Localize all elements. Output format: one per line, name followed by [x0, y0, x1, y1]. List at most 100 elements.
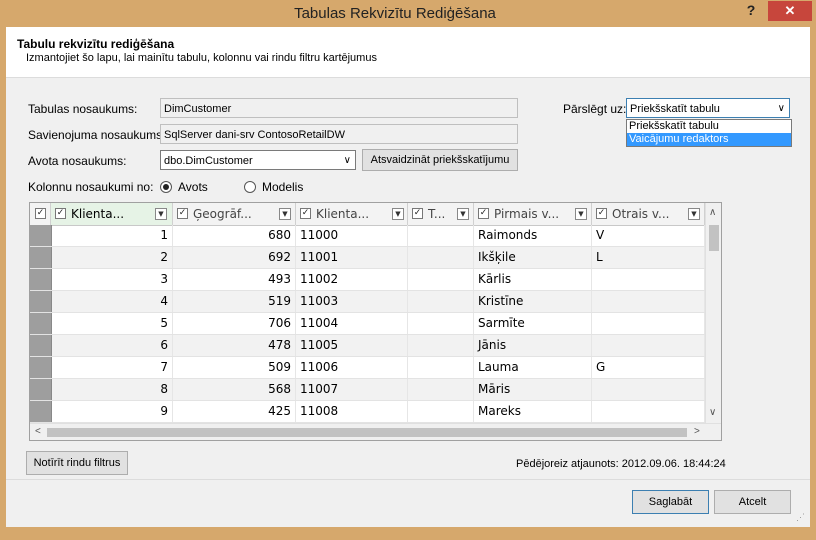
table-cell: Māris [474, 379, 592, 400]
column-header-label: Otrais v... [612, 207, 670, 221]
table-row[interactable]: 9 425 11008 Mareks [30, 401, 705, 423]
column-header-label: Pirmais v... [494, 207, 560, 221]
column-header-label: Klienta... [316, 207, 370, 221]
window-frame-bottom [0, 526, 816, 540]
table-cell [408, 291, 474, 312]
column-header[interactable]: ✓ Ģeogrāf... ▼ [173, 203, 296, 225]
table-cell: 680 [173, 225, 296, 246]
table-cell: V [592, 225, 705, 246]
clear-row-filters-button[interactable]: Notīrīt rindu filtrus [26, 451, 128, 475]
table-cell: 6 [51, 335, 173, 356]
column-header[interactable]: ✓ Otrais v... ▼ [592, 203, 705, 225]
row-selector[interactable] [30, 357, 52, 378]
table-cell [592, 401, 705, 422]
table-cell: 5 [51, 313, 173, 334]
refresh-preview-button[interactable]: Atsvaidzināt priekšskatījumu [362, 149, 518, 171]
scroll-right-icon[interactable]: > [694, 426, 700, 437]
switch-dropdown[interactable]: Priekšskatīt tabulu ∨ [626, 98, 790, 118]
table-row[interactable]: 5 706 11004 Sarmīte [30, 313, 705, 335]
row-selector[interactable] [30, 291, 52, 312]
column-header-label: Klienta... [71, 207, 125, 221]
check-icon[interactable]: ✓ [412, 208, 423, 219]
table-cell: 3 [51, 269, 173, 290]
table-cell [592, 379, 705, 400]
column-header[interactable]: ✓ T... ▼ [408, 203, 474, 225]
filter-dropdown-icon[interactable]: ▼ [457, 208, 469, 220]
switch-label: Pārslēgt uz: [563, 102, 627, 116]
resize-grip-icon[interactable]: ⋰ [796, 512, 805, 523]
filter-dropdown-icon[interactable]: ▼ [575, 208, 587, 220]
grid-rows: 1 680 11000 Raimonds V 2 692 11001 Ikšķile L 3 493 1… [30, 225, 705, 423]
connection-name-label: Savienojuma nosaukums: [28, 128, 166, 142]
table-cell [408, 313, 474, 334]
table-row[interactable]: 2 692 11001 Ikšķile L [30, 247, 705, 269]
scroll-thumb[interactable] [47, 428, 687, 437]
check-icon[interactable]: ✓ [596, 208, 607, 219]
table-cell: Kristīne [474, 291, 592, 312]
grid-header: ✓ ✓ Klienta... ▼ ✓ Ģeogrāf... ▼ ✓ Klient… [30, 203, 705, 226]
check-icon[interactable]: ✓ [55, 208, 66, 219]
table-cell: Mareks [474, 401, 592, 422]
column-header[interactable]: ✓ Pirmais v... ▼ [474, 203, 592, 225]
scroll-left-icon[interactable]: < [35, 426, 41, 437]
table-cell: Lauma [474, 357, 592, 378]
filter-dropdown-icon[interactable]: ▼ [392, 208, 404, 220]
select-all-header[interactable]: ✓ [30, 203, 51, 225]
radio-model[interactable] [244, 181, 256, 193]
chevron-down-icon: ∨ [777, 103, 785, 114]
source-name-dropdown[interactable]: dbo.DimCustomer ∨ [160, 150, 356, 170]
scroll-up-icon[interactable]: ∧ [709, 207, 716, 218]
table-cell [408, 247, 474, 268]
table-cell: 493 [173, 269, 296, 290]
check-icon[interactable]: ✓ [35, 208, 46, 219]
scroll-thumb[interactable] [709, 225, 719, 251]
table-row[interactable]: 8 568 11007 Māris [30, 379, 705, 401]
filter-dropdown-icon[interactable]: ▼ [155, 208, 167, 220]
radio-source-label[interactable]: Avots [178, 180, 208, 194]
cancel-button[interactable]: Atcelt [714, 490, 791, 514]
dialog-body: Tabulu rekvizītu rediģēšana Izmantojiet … [6, 27, 810, 527]
switch-option-query-editor[interactable]: Vaicājumu redaktors [627, 133, 791, 146]
table-cell: Sarmīte [474, 313, 592, 334]
column-names-label: Kolonnu nosaukumi no: [28, 180, 154, 194]
radio-source[interactable] [160, 181, 172, 193]
scroll-down-icon[interactable]: ∨ [709, 407, 716, 418]
table-row[interactable]: 7 509 11006 Lauma G [30, 357, 705, 379]
table-row[interactable]: 4 519 11003 Kristīne [30, 291, 705, 313]
check-icon[interactable]: ✓ [478, 208, 489, 219]
table-cell: L [592, 247, 705, 268]
row-selector[interactable] [30, 269, 52, 290]
column-header[interactable]: ✓ Klienta... ▼ [296, 203, 408, 225]
table-row[interactable]: 6 478 11005 Jānis [30, 335, 705, 357]
check-icon[interactable]: ✓ [177, 208, 188, 219]
table-name-label: Tabulas nosaukums: [28, 102, 138, 116]
table-cell: 11007 [296, 379, 408, 400]
row-selector[interactable] [30, 401, 52, 422]
row-selector[interactable] [30, 335, 52, 356]
check-icon[interactable]: ✓ [300, 208, 311, 219]
row-selector[interactable] [30, 313, 52, 334]
radio-model-label[interactable]: Modelis [262, 180, 303, 194]
row-selector[interactable] [30, 225, 52, 246]
close-button[interactable]: ✕ [768, 1, 812, 21]
table-cell: 11006 [296, 357, 408, 378]
table-cell: 8 [51, 379, 173, 400]
table-row[interactable]: 1 680 11000 Raimonds V [30, 225, 705, 247]
horizontal-scrollbar[interactable]: < > [30, 423, 721, 440]
filter-dropdown-icon[interactable]: ▼ [688, 208, 700, 220]
switch-option-preview[interactable]: Priekšskatīt tabulu [627, 120, 791, 133]
table-cell [408, 225, 474, 246]
vertical-scrollbar[interactable]: ∧ ∨ [705, 203, 721, 423]
table-cell: 11003 [296, 291, 408, 312]
table-cell: 11005 [296, 335, 408, 356]
help-button[interactable]: ? [741, 2, 761, 22]
column-header[interactable]: ✓ Klienta... ▼ [51, 203, 173, 225]
table-cell: 11000 [296, 225, 408, 246]
row-selector[interactable] [30, 379, 52, 400]
table-cell: 478 [173, 335, 296, 356]
table-row[interactable]: 3 493 11002 Kārlis [30, 269, 705, 291]
row-selector[interactable] [30, 247, 52, 268]
filter-dropdown-icon[interactable]: ▼ [279, 208, 291, 220]
table-cell [592, 313, 705, 334]
save-button[interactable]: Saglabāt [632, 490, 709, 514]
